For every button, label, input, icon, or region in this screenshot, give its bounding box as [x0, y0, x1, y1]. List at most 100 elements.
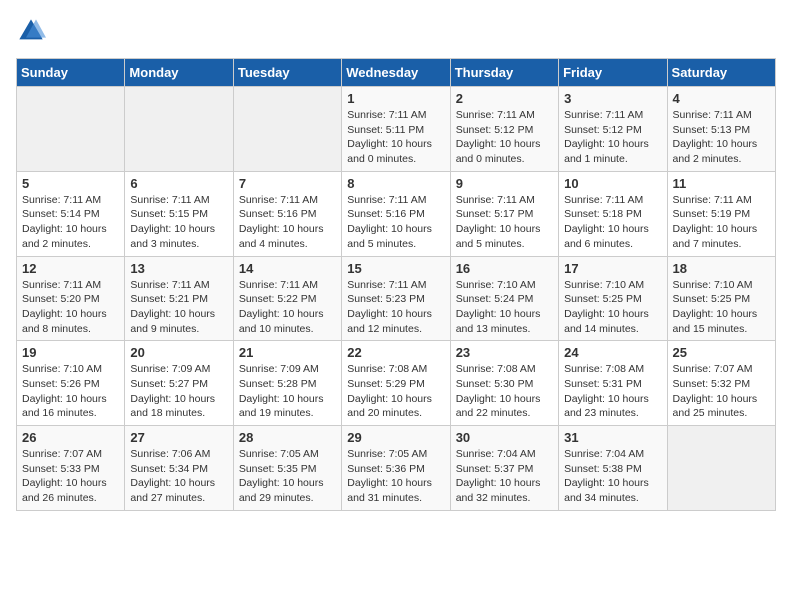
calendar-cell: 31 Sunrise: 7:04 AMSunset: 5:38 PMDayligh… — [559, 426, 667, 511]
day-info: Sunrise: 7:05 AMSunset: 5:36 PMDaylight:… — [347, 447, 444, 506]
day-number: 25 — [673, 345, 770, 360]
day-number: 31 — [564, 430, 661, 445]
day-info: Sunrise: 7:11 AMSunset: 5:12 PMDaylight:… — [456, 108, 553, 167]
day-info: Sunrise: 7:05 AMSunset: 5:35 PMDaylight:… — [239, 447, 336, 506]
day-number: 14 — [239, 261, 336, 276]
calendar-week-row: 1Sunrise: 7:11 AMSunset: 5:11 PMDaylight… — [17, 87, 776, 172]
calendar-cell: 27 Sunrise: 7:06 AMSunset: 5:34 PMDayligh… — [125, 426, 233, 511]
weekday-header-tuesday: Tuesday — [233, 59, 341, 87]
day-number: 8 — [347, 176, 444, 191]
day-number: 21 — [239, 345, 336, 360]
day-number: 12 — [22, 261, 119, 276]
calendar-cell: 8 Sunrise: 7:11 AMSunset: 5:16 PMDaylight… — [342, 171, 450, 256]
day-number: 28 — [239, 430, 336, 445]
day-info: Sunrise: 7:04 AMSunset: 5:38 PMDaylight:… — [564, 447, 661, 506]
day-number: 7 — [239, 176, 336, 191]
day-info: Sunrise: 7:09 AMSunset: 5:28 PMDaylight:… — [239, 362, 336, 421]
day-number: 26 — [22, 430, 119, 445]
day-number: 15 — [347, 261, 444, 276]
day-info: Sunrise: 7:11 AMSunset: 5:23 PMDaylight:… — [347, 278, 444, 337]
day-number: 20 — [130, 345, 227, 360]
day-number: 13 — [130, 261, 227, 276]
calendar-cell: 19 Sunrise: 7:10 AMSunset: 5:26 PMDayligh… — [17, 341, 125, 426]
weekday-header-row: SundayMondayTuesdayWednesdayThursdayFrid… — [17, 59, 776, 87]
day-number: 27 — [130, 430, 227, 445]
day-number: 29 — [347, 430, 444, 445]
calendar-cell — [233, 87, 341, 172]
weekday-header-friday: Friday — [559, 59, 667, 87]
calendar-week-row: 5 Sunrise: 7:11 AMSunset: 5:14 PMDaylight… — [17, 171, 776, 256]
calendar-cell: 7 Sunrise: 7:11 AMSunset: 5:16 PMDaylight… — [233, 171, 341, 256]
calendar-cell: 3 Sunrise: 7:11 AMSunset: 5:12 PMDaylight… — [559, 87, 667, 172]
weekday-header-wednesday: Wednesday — [342, 59, 450, 87]
day-info: Sunrise: 7:08 AMSunset: 5:29 PMDaylight:… — [347, 362, 444, 421]
day-info: Sunrise: 7:10 AMSunset: 5:25 PMDaylight:… — [564, 278, 661, 337]
day-number: 16 — [456, 261, 553, 276]
calendar-cell: 22Sunrise: 7:08 AMSunset: 5:29 PMDayligh… — [342, 341, 450, 426]
page-header — [16, 16, 776, 46]
day-number: 5 — [22, 176, 119, 191]
day-number: 4 — [673, 91, 770, 106]
day-info: Sunrise: 7:11 AMSunset: 5:21 PMDaylight:… — [130, 278, 227, 337]
calendar-week-row: 12 Sunrise: 7:11 AMSunset: 5:20 PMDayligh… — [17, 256, 776, 341]
day-info: Sunrise: 7:09 AMSunset: 5:27 PMDaylight:… — [130, 362, 227, 421]
calendar-cell: 21 Sunrise: 7:09 AMSunset: 5:28 PMDayligh… — [233, 341, 341, 426]
calendar-cell: 6 Sunrise: 7:11 AMSunset: 5:15 PMDaylight… — [125, 171, 233, 256]
calendar-cell: 10 Sunrise: 7:11 AMSunset: 5:18 PMDayligh… — [559, 171, 667, 256]
weekday-header-saturday: Saturday — [667, 59, 775, 87]
calendar-cell: 2 Sunrise: 7:11 AMSunset: 5:12 PMDaylight… — [450, 87, 558, 172]
calendar-cell: 18 Sunrise: 7:10 AMSunset: 5:25 PMDayligh… — [667, 256, 775, 341]
calendar-cell: 23 Sunrise: 7:08 AMSunset: 5:30 PMDayligh… — [450, 341, 558, 426]
calendar-cell — [667, 426, 775, 511]
day-info: Sunrise: 7:11 AMSunset: 5:16 PMDaylight:… — [239, 193, 336, 252]
day-number: 6 — [130, 176, 227, 191]
calendar-cell: 30Sunrise: 7:04 AMSunset: 5:37 PMDayligh… — [450, 426, 558, 511]
day-number: 10 — [564, 176, 661, 191]
day-number: 2 — [456, 91, 553, 106]
day-info: Sunrise: 7:10 AMSunset: 5:24 PMDaylight:… — [456, 278, 553, 337]
calendar-cell: 28 Sunrise: 7:05 AMSunset: 5:35 PMDayligh… — [233, 426, 341, 511]
calendar-cell: 20 Sunrise: 7:09 AMSunset: 5:27 PMDayligh… — [125, 341, 233, 426]
calendar-cell: 5 Sunrise: 7:11 AMSunset: 5:14 PMDaylight… — [17, 171, 125, 256]
day-info: Sunrise: 7:11 AMSunset: 5:20 PMDaylight:… — [22, 278, 119, 337]
day-info: Sunrise: 7:11 AMSunset: 5:15 PMDaylight:… — [130, 193, 227, 252]
calendar-cell: 14 Sunrise: 7:11 AMSunset: 5:22 PMDayligh… — [233, 256, 341, 341]
day-info: Sunrise: 7:10 AMSunset: 5:26 PMDaylight:… — [22, 362, 119, 421]
day-number: 11 — [673, 176, 770, 191]
day-info: Sunrise: 7:06 AMSunset: 5:34 PMDaylight:… — [130, 447, 227, 506]
day-number: 23 — [456, 345, 553, 360]
day-info: Sunrise: 7:11 AMSunset: 5:14 PMDaylight:… — [22, 193, 119, 252]
calendar-cell: 1Sunrise: 7:11 AMSunset: 5:11 PMDaylight… — [342, 87, 450, 172]
day-number: 9 — [456, 176, 553, 191]
day-info: Sunrise: 7:08 AMSunset: 5:31 PMDaylight:… — [564, 362, 661, 421]
weekday-header-monday: Monday — [125, 59, 233, 87]
day-info: Sunrise: 7:11 AMSunset: 5:22 PMDaylight:… — [239, 278, 336, 337]
day-number: 30 — [456, 430, 553, 445]
calendar-week-row: 19 Sunrise: 7:10 AMSunset: 5:26 PMDayligh… — [17, 341, 776, 426]
day-number: 24 — [564, 345, 661, 360]
day-info: Sunrise: 7:11 AMSunset: 5:13 PMDaylight:… — [673, 108, 770, 167]
day-info: Sunrise: 7:11 AMSunset: 5:16 PMDaylight:… — [347, 193, 444, 252]
day-info: Sunrise: 7:10 AMSunset: 5:25 PMDaylight:… — [673, 278, 770, 337]
day-info: Sunrise: 7:07 AMSunset: 5:32 PMDaylight:… — [673, 362, 770, 421]
day-info: Sunrise: 7:11 AMSunset: 5:19 PMDaylight:… — [673, 193, 770, 252]
day-info: Sunrise: 7:07 AMSunset: 5:33 PMDaylight:… — [22, 447, 119, 506]
calendar-cell: 13 Sunrise: 7:11 AMSunset: 5:21 PMDayligh… — [125, 256, 233, 341]
day-info: Sunrise: 7:11 AMSunset: 5:11 PMDaylight:… — [347, 108, 444, 167]
calendar-cell — [125, 87, 233, 172]
calendar-cell: 17 Sunrise: 7:10 AMSunset: 5:25 PMDayligh… — [559, 256, 667, 341]
day-number: 18 — [673, 261, 770, 276]
day-number: 17 — [564, 261, 661, 276]
day-info: Sunrise: 7:11 AMSunset: 5:12 PMDaylight:… — [564, 108, 661, 167]
day-info: Sunrise: 7:11 AMSunset: 5:18 PMDaylight:… — [564, 193, 661, 252]
calendar-cell: 29 Sunrise: 7:05 AMSunset: 5:36 PMDayligh… — [342, 426, 450, 511]
weekday-header-thursday: Thursday — [450, 59, 558, 87]
calendar-table: SundayMondayTuesdayWednesdayThursdayFrid… — [16, 58, 776, 511]
day-number: 3 — [564, 91, 661, 106]
day-number: 19 — [22, 345, 119, 360]
calendar-cell: 16 Sunrise: 7:10 AMSunset: 5:24 PMDayligh… — [450, 256, 558, 341]
logo — [16, 16, 50, 46]
calendar-cell — [17, 87, 125, 172]
calendar-cell: 12 Sunrise: 7:11 AMSunset: 5:20 PMDayligh… — [17, 256, 125, 341]
day-info: Sunrise: 7:08 AMSunset: 5:30 PMDaylight:… — [456, 362, 553, 421]
